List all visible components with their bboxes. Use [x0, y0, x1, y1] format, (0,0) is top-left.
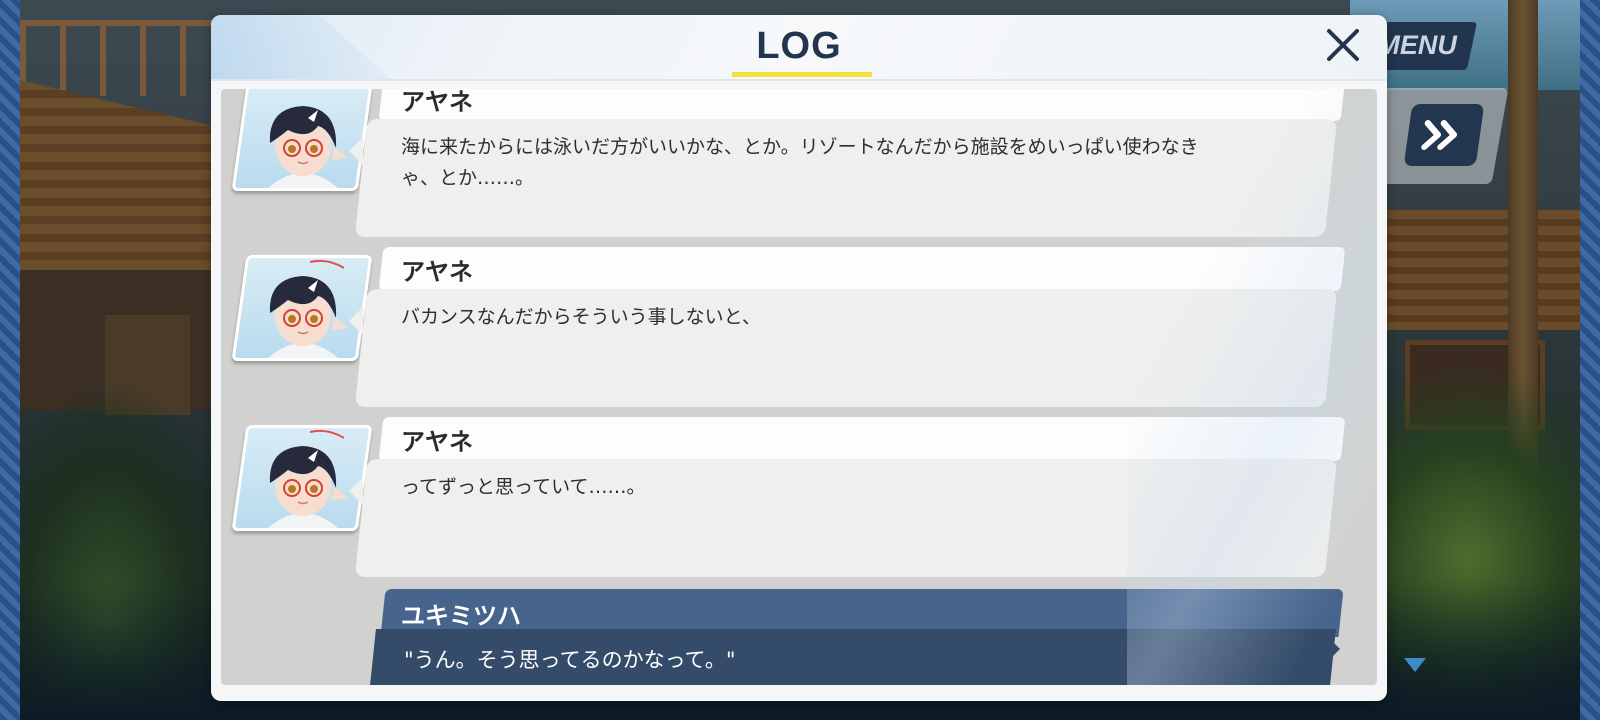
portrait-art [268, 429, 348, 528]
log-title: LOG [756, 25, 842, 67]
log-scroll-area[interactable]: アヤネ 海に来たからには泳いだ方がいいかな、とか。リゾートなんだから施設をめいっ… [221, 89, 1377, 685]
log-panel: LOG アヤネ 海に来たからには泳いだ方がいいかな、とか。リゾートなんだから施設… [211, 15, 1387, 701]
left-border-stripes [0, 0, 20, 720]
message-text: バカンスなんだからそういう事しないと、 [401, 302, 1201, 333]
portrait-art [268, 106, 348, 188]
message-line: ってずっと思っていて……。 [401, 476, 646, 498]
message-line: バカンスなんだからそういう事しないと、 [401, 306, 761, 328]
thatched-roof [20, 80, 220, 270]
name-strip [378, 417, 1346, 461]
header-divider [211, 79, 1387, 81]
portrait-art [268, 259, 348, 358]
skip-button[interactable] [1403, 104, 1485, 166]
close-button[interactable] [1323, 25, 1363, 65]
message-line: 海に来たからには泳いだ方がいいかな、とか。リゾートなんだから施設をめいっぱい使わ… [401, 136, 1199, 158]
bubble-tail [349, 307, 363, 335]
bubble-tail [349, 137, 363, 165]
close-icon [1327, 29, 1359, 61]
title-underline [732, 72, 872, 77]
name-strip [378, 89, 1346, 121]
fast-forward-icon [1421, 120, 1458, 150]
log-entry: アヤネ バカンスなんだからそういう事しないと、 [221, 247, 1377, 417]
player-speaker-name: ユキミツハ [401, 602, 521, 630]
log-entry: アヤネ ってずっと思っていて……。 [221, 417, 1377, 587]
balcony-railing [20, 20, 230, 96]
log-entry: アヤネ 海に来たからには泳いだ方がいいかな、とか。リゾートなんだから施設をめいっ… [221, 89, 1377, 247]
speaker-name: アヤネ [401, 428, 473, 456]
chevron-down-icon[interactable] [1404, 658, 1426, 672]
right-border-stripes [1580, 0, 1600, 720]
name-strip [378, 247, 1346, 291]
message-line: ゃ、とか……。 [401, 167, 535, 189]
player-message-text: "うん。そう思ってるのかなって。" [404, 648, 736, 672]
log-header: LOG [211, 15, 1387, 79]
player-log-entry: ユキミツハ "うん。そう思ってるのかなって。" [221, 589, 1377, 685]
message-text: ってずっと思っていて……。 [401, 472, 1201, 503]
bubble-tail [349, 477, 363, 505]
player-bubble-tail [1330, 639, 1340, 659]
message-text: 海に来たからには泳いだ方がいいかな、とか。リゾートなんだから施設をめいっぱい使わ… [401, 132, 1201, 194]
speaker-name: アヤネ [401, 89, 473, 116]
speaker-name: アヤネ [401, 258, 473, 286]
